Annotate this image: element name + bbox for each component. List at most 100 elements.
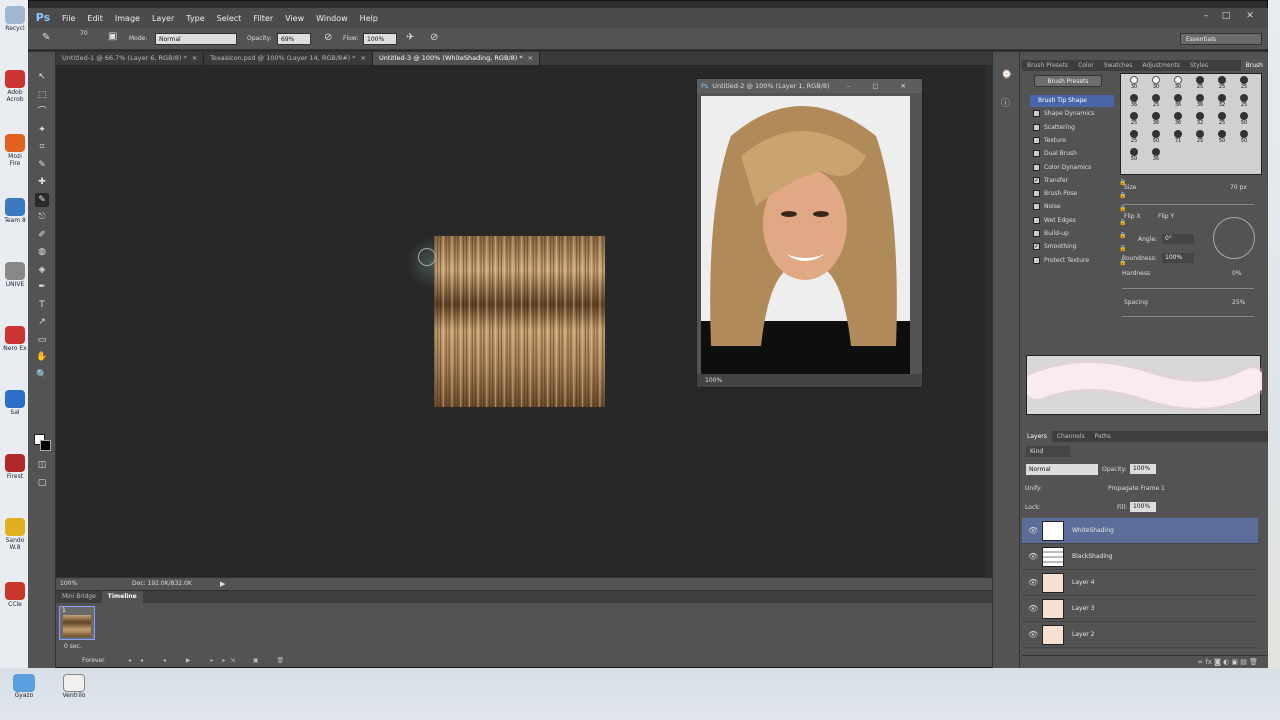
desktop-icon[interactable]: Recycl — [3, 6, 27, 32]
layer-action-icons[interactable]: ∞ fx ◙ ◐ ▣ ▤ 🗑 — [1197, 658, 1258, 666]
lock-icon[interactable]: 🔒 — [1119, 230, 1126, 239]
brush-tip[interactable]: 50 — [1124, 148, 1144, 165]
healing-tool-icon[interactable]: ✚ — [35, 175, 49, 189]
marquee-tool-icon[interactable]: ⬚ — [35, 88, 49, 102]
brush-tool-icon[interactable]: ✎ — [35, 192, 49, 207]
airbrush-icon[interactable]: ✈ — [406, 32, 414, 43]
desktop-icon[interactable]: Firest — [3, 454, 27, 480]
mode-select[interactable]: Normal — [155, 33, 237, 45]
flow-field[interactable]: 100% — [363, 33, 397, 45]
layer-row[interactable]: 👁 WhiteShading — [1022, 518, 1258, 544]
float-zoom[interactable]: 100% — [705, 377, 722, 384]
hair-texture-document[interactable] — [434, 236, 605, 407]
brush-option[interactable]: Scattering🔒 — [1030, 122, 1126, 134]
brush-tip[interactable]: 25 — [1234, 76, 1254, 93]
brush-tip[interactable]: 36 — [1124, 94, 1144, 111]
float-title-bar[interactable]: Ps Untitled-2 @ 100% (Layer 1, RGB/8) – … — [697, 79, 922, 93]
brush-presets-button[interactable]: Brush Presets — [1034, 75, 1102, 87]
fill-field[interactable]: 100% — [1130, 502, 1156, 512]
menu-window[interactable]: Window — [310, 14, 354, 23]
option-checkbox[interactable] — [1033, 150, 1040, 158]
kind-filter[interactable]: Kind — [1026, 446, 1070, 457]
hardness-slider[interactable] — [1122, 288, 1254, 289]
desktop-icon[interactable]: Sal — [3, 390, 27, 416]
visibility-eye-icon[interactable]: 👁 — [1028, 570, 1038, 596]
option-checkbox[interactable] — [1033, 123, 1040, 131]
visibility-eye-icon[interactable]: 👁 — [1028, 596, 1038, 622]
desktop-icon[interactable]: Team 8 — [3, 198, 27, 224]
brush-tip[interactable]: 25 — [1124, 130, 1144, 147]
layer-opacity-field[interactable]: 100% — [1130, 464, 1156, 474]
menu-file[interactable]: File — [56, 14, 81, 23]
tab-swatches[interactable]: Swatches — [1099, 60, 1138, 71]
hand-tool-icon[interactable]: ✋ — [35, 350, 49, 364]
layer-name[interactable]: BlackShading — [1072, 544, 1113, 570]
brush-tip[interactable]: 30 — [1124, 76, 1144, 93]
brush-option[interactable]: Brush Tip Shape — [1030, 95, 1114, 107]
spacing-slider[interactable] — [1122, 316, 1254, 317]
frame-delay[interactable]: 0 sec. — [64, 643, 82, 650]
option-checkbox[interactable] — [1033, 190, 1040, 198]
lock-icon[interactable]: 🔒 — [1119, 243, 1126, 252]
layer-name[interactable]: Layer 3 — [1072, 596, 1094, 622]
float-window-controls[interactable]: – □ ✕ — [847, 79, 916, 93]
tab-brush[interactable]: Brush — [1240, 60, 1268, 71]
option-checkbox[interactable] — [1033, 136, 1040, 144]
size-value[interactable]: 70 px — [1230, 184, 1247, 191]
brush-tip[interactable]: 36 — [1190, 94, 1210, 111]
ventrilo-icon[interactable]: Ventrilo — [58, 674, 90, 699]
spacing-value[interactable]: 25% — [1232, 299, 1245, 306]
type-tool-icon[interactable]: T — [35, 298, 49, 312]
tab-brush-presets[interactable]: Brush Presets — [1022, 60, 1073, 71]
option-checkbox[interactable] — [1033, 203, 1040, 211]
visibility-eye-icon[interactable]: 👁 — [1028, 518, 1038, 544]
tab-close-icon[interactable]: × — [192, 54, 197, 62]
brush-tip[interactable]: 50 — [1146, 130, 1166, 147]
flip-x[interactable]: Flip X — [1124, 213, 1141, 220]
brush-tip[interactable]: 32 — [1212, 94, 1232, 111]
option-checkbox[interactable]: ✓ — [1033, 176, 1040, 184]
status-arrow-icon[interactable]: ▶ — [220, 578, 225, 590]
option-checkbox[interactable]: ✓ — [1033, 243, 1040, 251]
menu-view[interactable]: View — [279, 14, 310, 23]
option-checkbox[interactable] — [1033, 163, 1040, 171]
playback-buttons[interactable]: ◂◂ ◂ ▶ ▸▸ — [128, 655, 234, 667]
background-color-swatch[interactable] — [40, 440, 51, 451]
menu-help[interactable]: Help — [354, 14, 384, 23]
brush-option[interactable]: Wet Edges 🔒 — [1030, 215, 1126, 227]
info-icon[interactable]: ⓘ — [1001, 96, 1010, 109]
desktop-icon[interactable]: Adob Acrob — [3, 70, 27, 103]
brush-option[interactable]: Color Dynamics🔒 — [1030, 162, 1126, 174]
clone-stamp-tool-icon[interactable]: ⎋ — [35, 210, 49, 224]
menu-edit[interactable]: Edit — [81, 14, 109, 23]
tab-timeline[interactable]: Timeline — [101, 591, 143, 603]
tab-close-icon[interactable]: × — [528, 54, 533, 62]
brush-option[interactable]: Dual Brush🔒 — [1030, 148, 1126, 160]
angle-roundness-widget[interactable] — [1213, 217, 1255, 259]
tab-adjustments[interactable]: Adjustments — [1137, 60, 1185, 71]
brush-option[interactable]: ✓ Transfer 🔒 — [1030, 175, 1126, 187]
menu-image[interactable]: Image — [109, 14, 146, 23]
quick-select-tool-icon[interactable]: ✦ — [35, 123, 49, 137]
crop-tool-icon[interactable]: ⌗ — [35, 140, 49, 154]
propagate-frame-checkbox[interactable]: Propagate Frame 1 — [1108, 485, 1165, 492]
brush-tip[interactable]: 36 — [1146, 112, 1166, 129]
menu-select[interactable]: Select — [211, 14, 248, 23]
history-brush-tool-icon[interactable]: ✐ — [35, 228, 49, 242]
layer-name[interactable]: Layer 2 — [1072, 622, 1094, 648]
layer-row[interactable]: 👁 Layer 2 — [1022, 622, 1258, 648]
layer-row[interactable]: 👁 BlackShading — [1022, 544, 1258, 570]
brush-option[interactable]: Build-up 🔒 — [1030, 228, 1126, 240]
option-checkbox[interactable] — [1033, 216, 1040, 224]
layer-row[interactable]: 👁 Layer 3 — [1022, 596, 1258, 622]
visibility-eye-icon[interactable]: 👁 — [1028, 544, 1038, 570]
tab-mini-bridge[interactable]: Mini Bridge — [56, 591, 102, 603]
timeline-frame[interactable]: 1 — [59, 606, 95, 640]
menu-layer[interactable]: Layer — [146, 14, 180, 23]
brush-tip[interactable]: 50 — [1234, 130, 1254, 147]
quick-mask-icon[interactable]: ◫ — [35, 458, 49, 472]
brush-size-label[interactable]: 70 — [80, 30, 88, 37]
desktop-icon[interactable]: Nero Ex — [3, 326, 27, 352]
tab-document[interactable]: Untitled-3 @ 100% (WhiteShading, RGB/8) … — [372, 52, 541, 65]
tab-close-icon[interactable]: × — [361, 54, 366, 62]
